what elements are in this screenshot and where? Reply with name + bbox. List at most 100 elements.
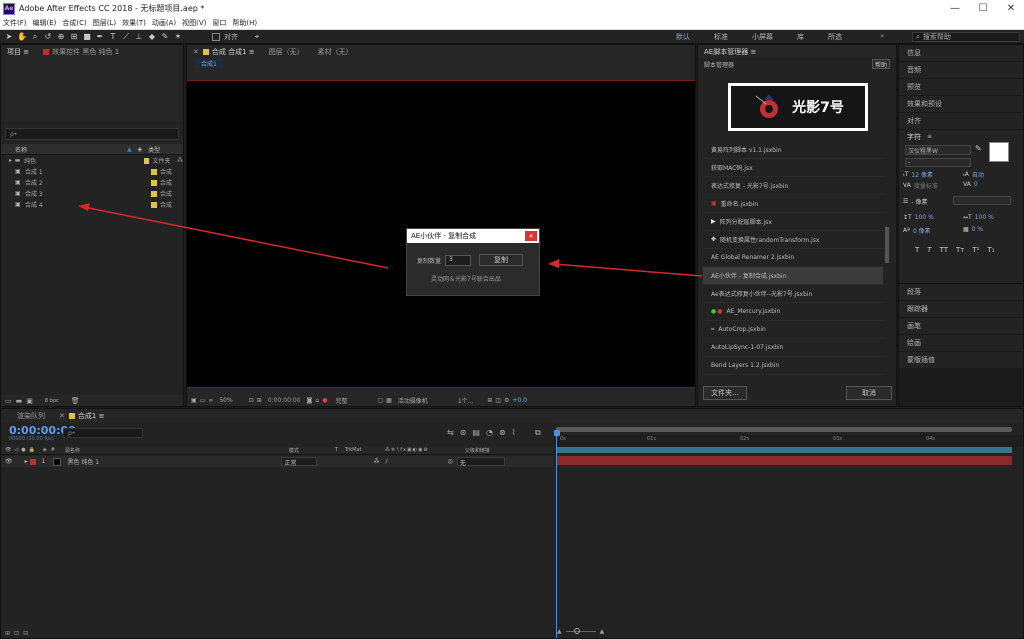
layer-name[interactable]: 黑色 纯色 1 (67, 457, 281, 466)
panel-menu-icon[interactable]: ≡ (927, 133, 932, 140)
panel-info[interactable]: 信息 (899, 45, 1023, 62)
leading-icon: ₜA (963, 171, 969, 178)
close-tab-icon[interactable]: ✕ (59, 412, 65, 420)
graph-editor-icon[interactable]: ⊗ (499, 428, 506, 437)
arrowhead-left (78, 203, 90, 211)
pick-whip-icon[interactable]: ◎ (448, 458, 453, 465)
panel-brushes[interactable]: 画笔 (899, 318, 1023, 335)
stroke-style-select[interactable] (953, 196, 1011, 205)
mode-header[interactable]: 模式 (289, 447, 335, 454)
time-ruler[interactable]: 0s 01s 02s 03s 04s (554, 435, 1023, 447)
stroke-width-icon: ☰ (903, 198, 909, 205)
zoom-out-icon[interactable]: ▲ (557, 628, 562, 635)
parent-header[interactable]: 父级和链接 (465, 447, 490, 454)
ruler-tick-label: 02s (740, 436, 749, 442)
solid-layer-icon (53, 457, 62, 466)
layer-header-row: 👁 ◁ ● 🔒 ◈ # 源名称 模式 T TrkMat ⁂✲∖fx▣◐◉⊛ 父级… (1, 446, 553, 455)
video-switch-icon[interactable]: 👁 (5, 447, 11, 453)
motion-blur-icon[interactable]: ◔ (486, 428, 493, 437)
tracking-field[interactable]: VA 0 (963, 181, 978, 188)
kerning-field[interactable]: VA 度量标准 (903, 181, 938, 190)
panel-paragraph[interactable]: 段落 (899, 284, 1023, 301)
small-caps-button[interactable]: Tт (956, 246, 964, 254)
comp-flowchart-icon[interactable]: ⇆ (447, 428, 454, 437)
subscript-button[interactable]: T₁ (987, 246, 994, 254)
lock-switch-icon[interactable]: 🔒 (29, 447, 35, 453)
blend-mode-select[interactable]: 正常 (281, 457, 318, 467)
frame-rate-display: 00000 (30.00 fps) (9, 436, 54, 442)
faux-bold-button[interactable]: T (915, 246, 919, 254)
tab-render-queue[interactable]: 渲染队列 (17, 411, 45, 421)
timeline-panel: 渲染队列 ✕ 合成1 ≡ 0:00:00:00 00000 (30.00 fps… (0, 408, 1024, 639)
timeline-search-input[interactable]: ρ• (63, 428, 143, 438)
panel-preview[interactable]: 预览 (899, 79, 1023, 96)
draft-3d-icon[interactable]: ⌇ (512, 428, 516, 437)
faux-italic-button[interactable]: T (927, 246, 931, 254)
stroke-width-field[interactable]: ☰ - 像素 (903, 197, 927, 206)
panel-effects-presets[interactable]: 效果和预设 (899, 96, 1023, 113)
trkmat-header[interactable]: TrkMat (345, 447, 385, 453)
timeline-zoom-control: ▲ ▲ (557, 628, 604, 635)
playhead-handle[interactable] (554, 430, 560, 436)
arrow-to-composition-list (83, 206, 389, 269)
character-panel-title: 字符 (907, 132, 921, 141)
solo-switch-icon[interactable]: ● (21, 447, 25, 453)
time-navigator-bar[interactable] (556, 427, 1012, 432)
superscript-button[interactable]: T¹ (972, 246, 979, 254)
switches-header-icons: ⁂✲∖fx▣◐◉⊛ (384, 447, 429, 453)
work-area-bar[interactable] (556, 447, 1012, 453)
vertical-scale-field[interactable]: ↕T 100 % (903, 214, 934, 221)
horizontal-scale-field[interactable]: ↔T 100 % (963, 214, 994, 221)
zoom-in-icon[interactable]: ▲ (600, 628, 605, 635)
time-navigator-icon[interactable]: ⧉ (535, 428, 541, 438)
layer-visibility-icon[interactable]: 👁 (5, 458, 13, 465)
ruler-tick-label: 0s (560, 436, 566, 442)
tracking-icon: VA (963, 181, 971, 188)
panel-align[interactable]: 对齐 (899, 113, 1023, 130)
ruler-tick-label: 03s (833, 436, 842, 442)
quality-switch-icon[interactable]: ∕ (385, 458, 387, 465)
shy-icon[interactable]: ⊛ (460, 428, 467, 437)
collapse-switch-icon[interactable]: ⁂ (373, 458, 379, 465)
panel-audio[interactable]: 音频 (899, 62, 1023, 79)
kerning-icon: VA (903, 182, 911, 189)
panel-paint[interactable]: 绘画 (899, 335, 1023, 352)
table-row[interactable]: 👁 ▸ 1 黑色 纯色 1 正常 ⁂ ∕ ◎ 无 (1, 456, 553, 467)
audio-switch-icon[interactable]: ◁ (14, 447, 18, 453)
vertical-scale-icon: ↕T (903, 214, 912, 221)
horizontal-scale-icon: ↔T (963, 214, 972, 221)
layer-label-swatch[interactable] (29, 458, 36, 465)
in-out-toggle-icon[interactable]: ⊟ (23, 630, 28, 637)
timeline-footer: ⊞ ⊡ ⊟ (1, 628, 553, 638)
text-style-buttons: T T TT Tт T¹ T₁ (915, 246, 995, 254)
panel-mask-interpolation[interactable]: 蒙版插值 (899, 352, 1023, 369)
tsume-field[interactable]: ▦ 0 % (963, 226, 983, 233)
layer-duration-bar[interactable] (556, 456, 1012, 465)
modes-toggle-icon[interactable]: ⊡ (14, 630, 19, 637)
font-size-field[interactable]: ₜT 12 像素 (903, 170, 933, 179)
layer-number: 1 (41, 458, 46, 465)
frame-blending-icon[interactable]: ▤ (472, 428, 480, 437)
arrowhead-right (548, 259, 559, 268)
current-time-indicator[interactable] (556, 431, 557, 638)
label-header-icon[interactable]: ◈ (43, 447, 47, 453)
baseline-shift-icon: Aª (903, 227, 910, 234)
source-name-header[interactable]: 源名称 (65, 447, 289, 454)
timeline-graph-area[interactable]: 0s 01s 02s 03s 04s (554, 423, 1023, 638)
right-panels: 信息 音频 预览 效果和预设 对齐 字符 ≡ 汉仪粗黑W ✎ - ₜT 12 像素… (898, 44, 1024, 407)
font-style-select[interactable]: - (905, 158, 971, 167)
zoom-slider[interactable] (565, 628, 596, 634)
font-family-select[interactable]: 汉仪粗黑W (905, 145, 971, 155)
baseline-shift-field[interactable]: Aª 0 像素 (903, 226, 931, 235)
parent-select[interactable]: 无 (456, 457, 505, 467)
layer-expand-arrow-icon[interactable]: ▸ (25, 458, 28, 465)
layer-switches-toggle-icon[interactable]: ⊞ (5, 630, 10, 637)
eyedropper-icon[interactable]: ✎ (975, 144, 985, 154)
fill-color-swatch[interactable] (989, 142, 1009, 162)
ruler-tick-label: 01s (647, 436, 656, 442)
panel-tracker[interactable]: 跟踪器 (899, 301, 1023, 318)
t-header: T (334, 447, 338, 453)
leading-field[interactable]: ₜA 自动 (963, 170, 984, 179)
all-caps-button[interactable]: TT (940, 246, 948, 254)
tab-timeline-comp1[interactable]: 合成1 ≡ (68, 411, 104, 421)
